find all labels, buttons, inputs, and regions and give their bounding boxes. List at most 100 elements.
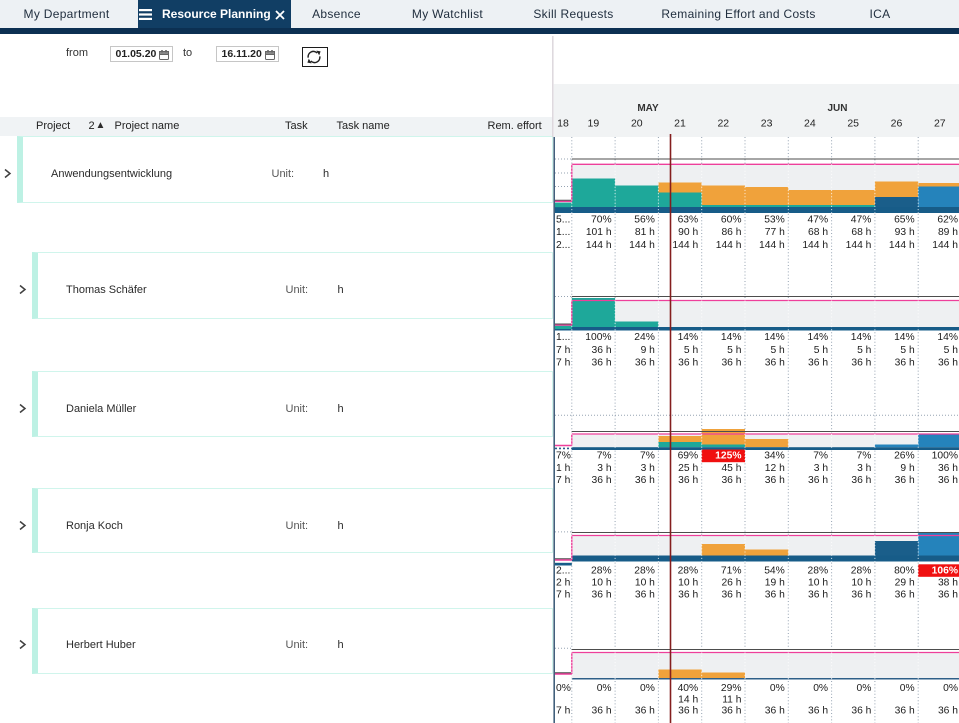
svg-text:14%: 14% bbox=[721, 332, 742, 343]
svg-text:36 h: 36 h bbox=[808, 589, 828, 600]
svg-text:7%: 7% bbox=[857, 451, 872, 462]
svg-text:7 h: 7 h bbox=[556, 345, 571, 356]
svg-text:36 h: 36 h bbox=[895, 589, 915, 600]
svg-text:36 h: 36 h bbox=[721, 706, 741, 717]
svg-text:0%: 0% bbox=[813, 683, 828, 694]
svg-text:36 h: 36 h bbox=[678, 589, 698, 600]
svg-text:14%: 14% bbox=[764, 332, 785, 343]
svg-text:25: 25 bbox=[847, 118, 859, 130]
svg-text:47%: 47% bbox=[807, 214, 828, 225]
svg-text:3 h: 3 h bbox=[814, 463, 829, 474]
svg-text:JUN: JUN bbox=[827, 103, 847, 114]
svg-text:62%: 62% bbox=[937, 214, 958, 225]
svg-text:1 h: 1 h bbox=[556, 463, 571, 474]
svg-text:36 h: 36 h bbox=[765, 358, 785, 369]
svg-text:47%: 47% bbox=[851, 214, 872, 225]
svg-text:36 h: 36 h bbox=[851, 589, 871, 600]
svg-text:68 h: 68 h bbox=[851, 227, 871, 238]
svg-text:0%: 0% bbox=[597, 683, 612, 694]
svg-text:63%: 63% bbox=[678, 214, 699, 225]
svg-text:38 h: 38 h bbox=[938, 577, 958, 588]
svg-text:80%: 80% bbox=[894, 565, 915, 576]
svg-text:60%: 60% bbox=[721, 214, 742, 225]
svg-text:144 h: 144 h bbox=[889, 240, 915, 251]
svg-text:14%: 14% bbox=[807, 332, 828, 343]
svg-text:36 h: 36 h bbox=[851, 706, 871, 717]
svg-text:36 h: 36 h bbox=[765, 475, 785, 486]
svg-text:5 h: 5 h bbox=[944, 345, 959, 356]
svg-text:25 h: 25 h bbox=[678, 463, 698, 474]
svg-text:29%: 29% bbox=[721, 683, 742, 694]
svg-text:28%: 28% bbox=[634, 565, 655, 576]
svg-text:36 h: 36 h bbox=[808, 475, 828, 486]
svg-text:1...: 1... bbox=[556, 227, 570, 238]
svg-text:5...: 5... bbox=[556, 214, 570, 225]
svg-text:36 h: 36 h bbox=[938, 463, 958, 474]
svg-text:36 h: 36 h bbox=[808, 358, 828, 369]
svg-text:3 h: 3 h bbox=[597, 463, 612, 474]
svg-text:36 h: 36 h bbox=[635, 475, 655, 486]
svg-text:24%: 24% bbox=[634, 332, 655, 343]
svg-text:144 h: 144 h bbox=[716, 240, 742, 251]
svg-text:28%: 28% bbox=[678, 565, 699, 576]
svg-text:70%: 70% bbox=[591, 214, 612, 225]
svg-text:144 h: 144 h bbox=[672, 240, 698, 251]
svg-text:36 h: 36 h bbox=[851, 475, 871, 486]
svg-text:26 h: 26 h bbox=[721, 577, 741, 588]
svg-text:77 h: 77 h bbox=[765, 227, 785, 238]
svg-text:106%: 106% bbox=[932, 565, 958, 576]
svg-text:36 h: 36 h bbox=[765, 706, 785, 717]
svg-text:14 h: 14 h bbox=[678, 694, 698, 705]
svg-text:68 h: 68 h bbox=[808, 227, 828, 238]
svg-text:36 h: 36 h bbox=[678, 706, 698, 717]
svg-text:36 h: 36 h bbox=[808, 706, 828, 717]
svg-text:36 h: 36 h bbox=[592, 345, 612, 356]
svg-text:10 h: 10 h bbox=[808, 577, 828, 588]
svg-text:144 h: 144 h bbox=[759, 240, 785, 251]
svg-text:0%: 0% bbox=[943, 683, 958, 694]
svg-text:MAY: MAY bbox=[637, 103, 659, 114]
svg-text:36 h: 36 h bbox=[938, 358, 958, 369]
svg-text:36 h: 36 h bbox=[895, 475, 915, 486]
svg-text:36 h: 36 h bbox=[635, 589, 655, 600]
svg-text:0%: 0% bbox=[900, 683, 915, 694]
svg-text:36 h: 36 h bbox=[851, 358, 871, 369]
svg-text:5 h: 5 h bbox=[684, 345, 699, 356]
svg-text:7%: 7% bbox=[597, 451, 612, 462]
svg-text:125%: 125% bbox=[715, 451, 741, 462]
svg-text:36 h: 36 h bbox=[678, 475, 698, 486]
svg-text:7 h: 7 h bbox=[556, 475, 571, 486]
svg-text:71%: 71% bbox=[721, 565, 742, 576]
svg-text:10 h: 10 h bbox=[678, 577, 698, 588]
svg-text:10 h: 10 h bbox=[592, 577, 612, 588]
svg-text:100%: 100% bbox=[932, 451, 958, 462]
svg-text:36 h: 36 h bbox=[721, 475, 741, 486]
svg-text:65%: 65% bbox=[894, 214, 915, 225]
svg-text:18: 18 bbox=[557, 118, 569, 130]
svg-text:0%: 0% bbox=[640, 683, 655, 694]
svg-text:36 h: 36 h bbox=[721, 589, 741, 600]
svg-text:21: 21 bbox=[674, 118, 686, 130]
svg-text:36 h: 36 h bbox=[592, 358, 612, 369]
svg-text:69%: 69% bbox=[678, 451, 699, 462]
svg-text:36 h: 36 h bbox=[678, 358, 698, 369]
svg-text:3 h: 3 h bbox=[641, 463, 656, 474]
svg-text:9 h: 9 h bbox=[641, 345, 656, 356]
svg-text:19 h: 19 h bbox=[765, 577, 785, 588]
svg-text:45 h: 45 h bbox=[721, 463, 741, 474]
svg-text:5 h: 5 h bbox=[857, 345, 872, 356]
svg-text:2...: 2... bbox=[556, 565, 570, 576]
svg-text:144 h: 144 h bbox=[932, 240, 958, 251]
svg-text:14%: 14% bbox=[894, 332, 915, 343]
svg-text:28%: 28% bbox=[591, 565, 612, 576]
svg-text:86 h: 86 h bbox=[721, 227, 741, 238]
svg-text:144 h: 144 h bbox=[846, 240, 872, 251]
svg-text:93 h: 93 h bbox=[895, 227, 915, 238]
svg-text:5 h: 5 h bbox=[814, 345, 829, 356]
svg-text:29 h: 29 h bbox=[895, 577, 915, 588]
svg-text:11 h: 11 h bbox=[722, 694, 742, 705]
svg-text:53%: 53% bbox=[764, 214, 785, 225]
svg-text:36 h: 36 h bbox=[592, 475, 612, 486]
svg-text:2 h: 2 h bbox=[556, 577, 571, 588]
svg-text:27: 27 bbox=[934, 118, 946, 130]
